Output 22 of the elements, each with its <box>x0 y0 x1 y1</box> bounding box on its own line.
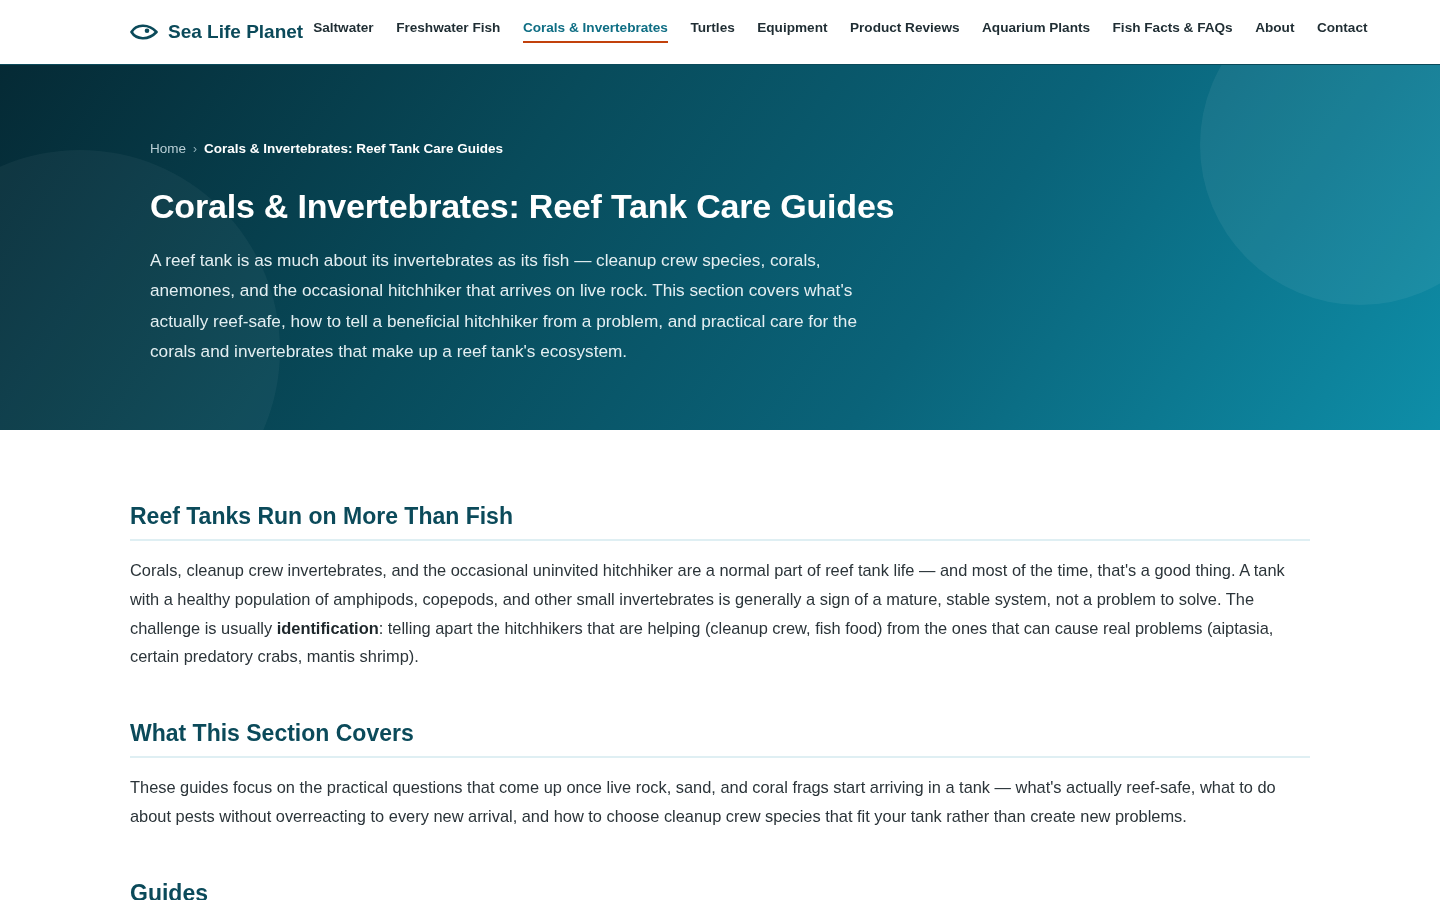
nav-link[interactable]: Contact <box>1316 15 1368 43</box>
body-paragraph: These guides focus on the practical questions that come up once live rock, sand, and coral frags start arriving in a tank — what's actually reef-safe, what to do about pests without overreacting to every new arrival, and how to choose cleanup crew species that fit your tank rather than create new problems. <box>130 777 1277 827</box>
nav-link[interactable]: Saltwater <box>313 15 374 43</box>
nav-link[interactable]: About <box>1255 15 1295 43</box>
nav-link[interactable]: Equipment <box>757 15 828 43</box>
brand-logo-link[interactable]: Sea Life Planet <box>130 21 304 43</box>
nav-link[interactable]: Corals & Invertebrates <box>522 15 668 43</box>
site-name: Sea Life Planet <box>168 21 304 43</box>
body-paragraph: Corals, cleanup crew invertebrates, and the occasional uninvited hitchhiker are a normal part of reef tank life — and most of the time, that's a good thing. A tank with a healthy population of amphipods, copepods, and other small invertebrates is generally a sign of a mature, stable system, not a problem to solve. The challenge is usually identification: telling apart the hitchhikers that are helping (cleanup crew, fish food) from the ones that can cause real problems (aiptasia, certain predatory crabs, mantis shrimp). <box>130 560 1286 668</box>
nav-link[interactable]: Turtles <box>690 15 735 43</box>
nav-link[interactable]: Freshwater Fish <box>396 15 501 43</box>
eye-icon <box>130 23 158 41</box>
nav-link[interactable]: Product Reviews <box>850 15 960 43</box>
intro-paragraph: A reef tank is as much about its invertebrates as its fish — cleanup crew species, corals, anemones, and the occasional hitchhiker that arrives on live rock. This section covers what's actually reef-safe, how to tell a beneficial hitchhiker from a problem, and practical care for the corals and invertebrates that make up a reef tank's ecosystem. <box>150 249 858 364</box>
nav-link[interactable]: Fish Facts & FAQs <box>1112 15 1233 43</box>
nav-link[interactable]: Aquarium Plants <box>982 15 1091 43</box>
page-title: Corals & Invertebrates: Reef Tank Care Guides <box>150 186 896 227</box>
section-heading: What This Section Covers <box>130 718 1310 759</box>
breadcrumb-separator: › <box>193 141 197 158</box>
breadcrumb-current: Corals & Invertebrates: Reef Tank Care Guides <box>204 140 504 158</box>
breadcrumb-link[interactable]: Home <box>150 140 186 158</box>
section-heading: Reef Tanks Run on More Than Fish <box>130 501 1310 541</box>
